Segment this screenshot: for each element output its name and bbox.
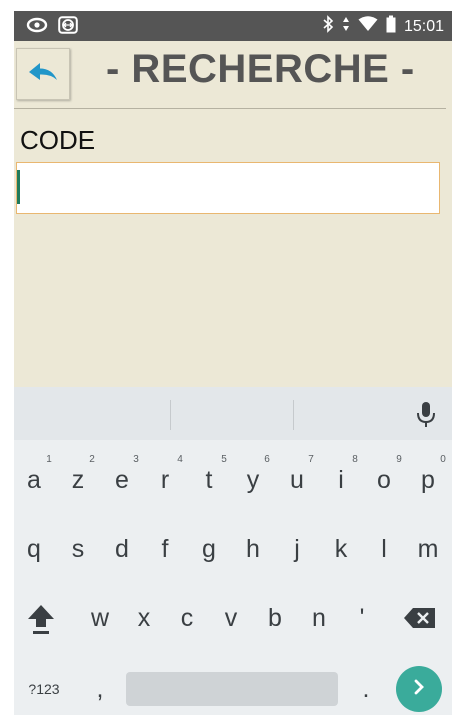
key-v[interactable]: v (211, 598, 251, 638)
microphone-icon[interactable] (415, 401, 437, 434)
suggestion-divider (293, 400, 294, 430)
reply-arrow-icon (28, 61, 58, 88)
backspace-key[interactable] (398, 598, 442, 638)
key-period[interactable]: . (346, 669, 386, 709)
key-hint: 8 (352, 454, 358, 465)
backspace-icon (403, 608, 437, 636)
key-a[interactable]: a (14, 460, 54, 500)
key-g[interactable]: g (189, 529, 229, 569)
status-time: 15:01 (403, 17, 444, 35)
code-input[interactable] (16, 162, 440, 214)
suggestion-divider (170, 400, 171, 430)
soft-keyboard: a 1 z 2 e 3 r 4 t 5 y 6 u 7 i 8 o 9 p 0 … (14, 387, 452, 715)
key-q[interactable]: q (14, 529, 54, 569)
symbols-key[interactable]: ?123 (18, 669, 70, 709)
key-comma[interactable]: , (80, 669, 120, 709)
key-m[interactable]: m (408, 529, 448, 569)
shift-key[interactable] (19, 598, 63, 638)
page-title: - RECHERCHE - (106, 47, 415, 91)
key-d[interactable]: d (102, 529, 142, 569)
header-divider (14, 108, 446, 109)
status-left (26, 16, 78, 39)
key-l[interactable]: l (364, 529, 404, 569)
key-e[interactable]: e (102, 460, 142, 500)
key-j[interactable]: j (277, 529, 317, 569)
data-arrows-icon (342, 15, 350, 38)
suggestion-strip (14, 387, 452, 440)
space-bar[interactable] (126, 672, 338, 706)
key-u[interactable]: u (277, 460, 317, 500)
code-label: CODE (20, 125, 96, 155)
text-cursor (17, 170, 20, 204)
eye-icon (26, 16, 48, 39)
key-k[interactable]: k (321, 529, 361, 569)
key-f[interactable]: f (145, 529, 185, 569)
key-i[interactable]: i (321, 460, 361, 500)
key-t[interactable]: t (189, 460, 229, 500)
key-hint: 7 (308, 454, 314, 465)
key-hint: 3 (133, 454, 139, 465)
key-b[interactable]: b (255, 598, 295, 638)
key-n[interactable]: n (299, 598, 339, 638)
key-hint: 6 (264, 454, 270, 465)
key-hint: 4 (177, 454, 183, 465)
battery-icon (386, 15, 396, 38)
chevron-right-icon (411, 678, 427, 701)
key-z[interactable]: z (58, 460, 98, 500)
key-s[interactable]: s (58, 529, 98, 569)
key-p[interactable]: p (408, 460, 448, 500)
shift-icon (26, 605, 56, 642)
teamviewer-icon (58, 16, 78, 39)
enter-button[interactable] (396, 666, 442, 712)
status-right: 15:01 (322, 15, 444, 38)
key-o[interactable]: o (364, 460, 404, 500)
bluetooth-icon (322, 15, 334, 38)
status-bar: 15:01 (14, 11, 452, 41)
key-hint: 1 (46, 454, 52, 465)
key-h[interactable]: h (233, 529, 273, 569)
key-hint: 2 (89, 454, 95, 465)
device-screen: 15:01 - RECHERCHE - CODE a 1 z 2 e 3 r 4… (14, 0, 452, 715)
key-apostrophe[interactable]: ' (342, 598, 382, 638)
key-hint: 9 (396, 454, 402, 465)
wifi-icon (358, 16, 378, 37)
key-hint: 0 (440, 454, 446, 465)
key-r[interactable]: r (145, 460, 185, 500)
back-button[interactable] (16, 48, 70, 100)
key-hint: 5 (221, 454, 227, 465)
key-y[interactable]: y (233, 460, 273, 500)
search-screen: - RECHERCHE - CODE (14, 41, 452, 387)
key-c[interactable]: c (167, 598, 207, 638)
key-x[interactable]: x (124, 598, 164, 638)
key-w[interactable]: w (80, 598, 120, 638)
